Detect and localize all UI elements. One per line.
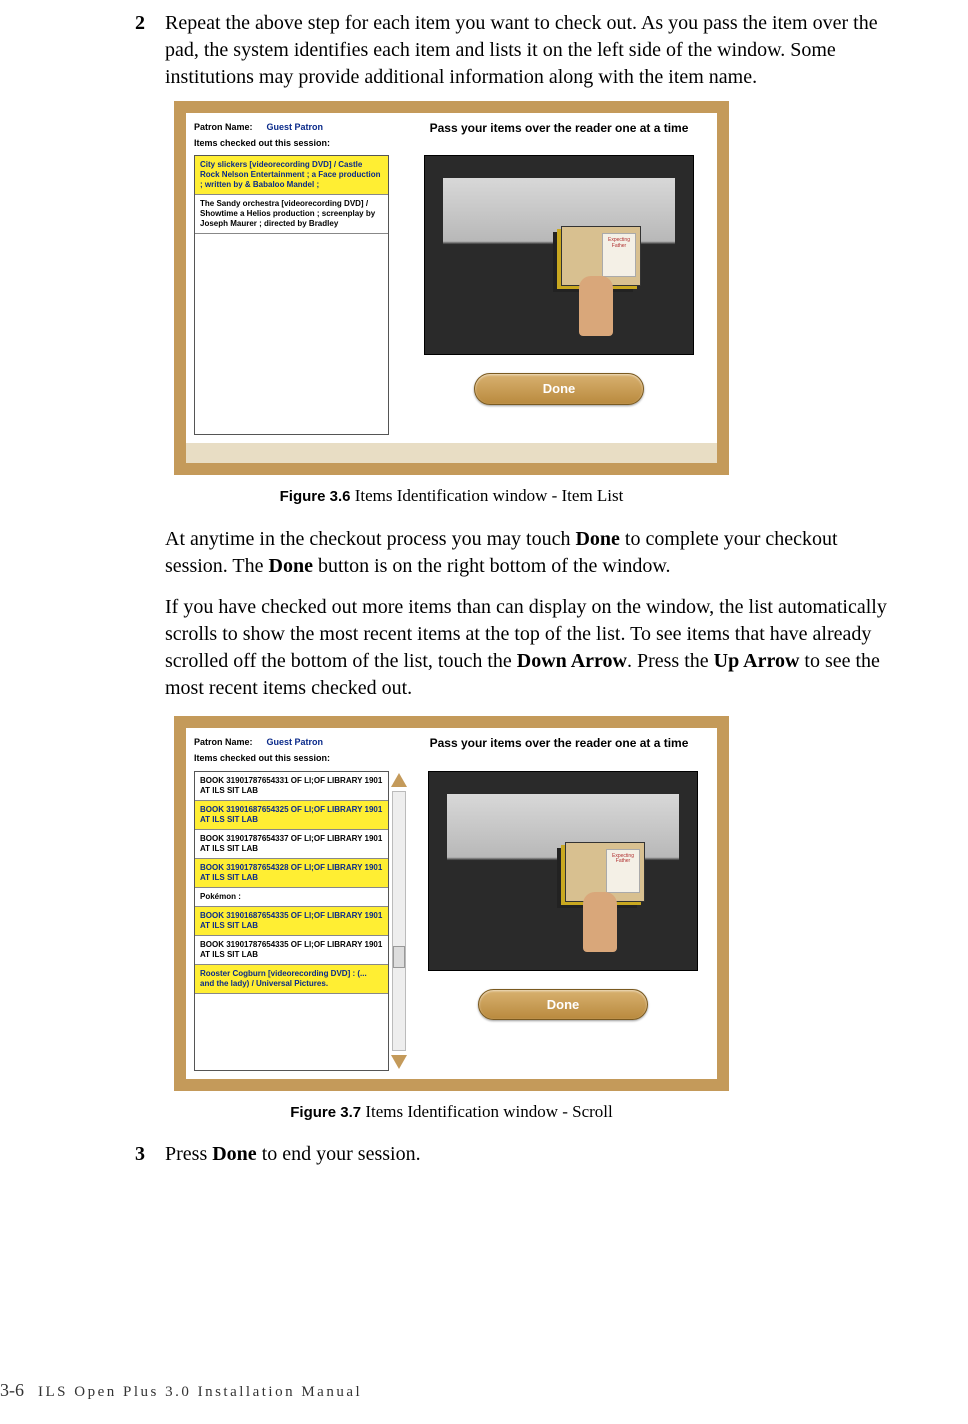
manual-title: ILS Open Plus 3.0 Installation Manual [38,1382,362,1402]
list-item: The Sandy orchestra [videorecording DVD]… [195,195,388,234]
step-3: 3 Press Done to end your session. [0,1141,903,1168]
scroll-thumb[interactable] [393,946,405,968]
step-2: 2 Repeat the above step for each item yo… [0,10,903,91]
list-item: BOOK 31901687654335 OF LI;OF LIBRARY 190… [195,907,388,936]
step-text: Press Done to end your session. [165,1141,903,1168]
figure-3-6: Patron Name: Guest Patron Items checked … [0,101,903,475]
list-item: BOOK 31901787654331 OF LI;OF LIBRARY 190… [195,772,388,801]
list-item: Pokémon : [195,888,388,907]
session-label: Items checked out this session: [194,752,401,764]
scanner-image: ExpectingFather [424,155,694,355]
instruction-text: Pass your items over the reader one at a… [409,736,709,758]
patron-name-label: Patron Name: [194,121,264,133]
patron-name-value: Guest Patron [267,737,324,747]
up-arrow-icon[interactable] [391,773,407,787]
list-item: BOOK 31901787654337 OF LI;OF LIBRARY 190… [195,830,388,859]
list-item: City slickers [videorecording DVD] / Cas… [195,156,388,195]
patron-name-label: Patron Name: [194,736,264,748]
scroll-track[interactable] [392,791,406,1051]
down-arrow-icon[interactable] [391,1055,407,1069]
checked-out-list-scroll: BOOK 31901787654331 OF LI;OF LIBRARY 190… [194,771,389,1071]
done-button[interactable]: Done [474,373,644,405]
figure-3-7-caption: Figure 3.7 Items Identification window -… [0,1101,903,1124]
scanner-image: ExpectingFather [428,771,698,971]
list-item: BOOK 31901687654325 OF LI;OF LIBRARY 190… [195,801,388,830]
figure-3-7: Patron Name: Guest Patron Items checked … [0,716,903,1090]
step-number: 2 [0,10,165,91]
list-item: Rooster Cogburn [videorecording DVD] : (… [195,965,388,994]
done-button[interactable]: Done [478,989,648,1021]
instruction-text: Pass your items over the reader one at a… [409,121,709,143]
figure-3-6-caption: Figure 3.6 Items Identification window -… [0,485,903,508]
scrollbar[interactable] [389,771,409,1071]
page-footer: 3-6 ILS Open Plus 3.0 Installation Manua… [0,1378,362,1402]
kiosk-window: Patron Name: Guest Patron Items checked … [174,101,729,475]
paragraph-scroll: If you have checked out more items than … [165,594,903,702]
patron-name-value: Guest Patron [267,122,324,132]
paragraph-done: At anytime in the checkout process you m… [165,526,903,580]
checked-out-list: City slickers [videorecording DVD] / Cas… [194,155,389,435]
kiosk-window-scroll: Patron Name: Guest Patron Items checked … [174,716,729,1090]
page-number: 3-6 [0,1378,24,1402]
list-item: BOOK 31901787654328 OF LI;OF LIBRARY 190… [195,859,388,888]
step-text: Repeat the above step for each item you … [165,10,903,91]
list-item: BOOK 31901787654335 OF LI;OF LIBRARY 190… [195,936,388,965]
step-number: 3 [0,1141,165,1168]
session-label: Items checked out this session: [194,137,401,149]
